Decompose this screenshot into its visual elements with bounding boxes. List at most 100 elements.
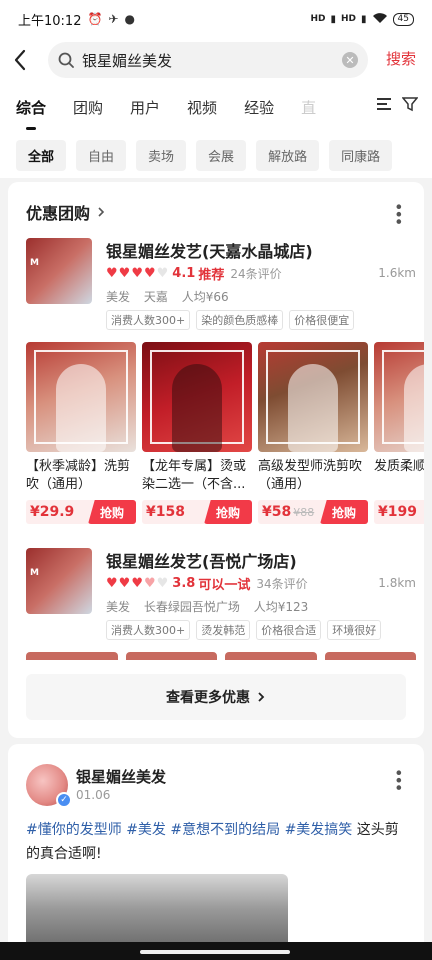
deal-image xyxy=(26,342,136,452)
more-vertical-icon[interactable]: ••• xyxy=(389,202,408,224)
area-filter-chips: 全部 自由 卖场 会展 解放路 同康路 xyxy=(0,132,432,178)
chip-all[interactable]: 全部 xyxy=(16,139,67,171)
shop-distance: 1.6km xyxy=(378,266,416,280)
shop-tags: 消费人数300+ 染的颜色质感棒 价格很便宜 xyxy=(106,310,355,330)
filter-icon[interactable] xyxy=(401,96,419,116)
deal-price-bar: ¥29.9 抢购 xyxy=(26,500,136,524)
tab-all[interactable]: 综合 xyxy=(16,97,46,118)
chip-expo[interactable]: 会展 xyxy=(196,139,247,171)
hashtag-link[interactable]: #美发搞笑 xyxy=(285,822,353,838)
rating-score: 4.1 xyxy=(172,266,196,281)
deal-title: 发质柔顺拉直（不 xyxy=(374,459,424,474)
search-icon xyxy=(58,52,74,68)
rating-heart-icon: ♥ xyxy=(143,576,156,591)
rating-heart-icon: ♥ xyxy=(118,576,131,591)
shop-meta: 美发 长春绿园吾悦广场 人均¥123 xyxy=(106,598,318,615)
shop-tag: 染的颜色质感棒 xyxy=(196,310,284,330)
shop-thumbnail: M xyxy=(26,238,92,304)
rating-heart-icon: ♥ xyxy=(131,576,143,591)
hashtag-link[interactable]: #懂你的发型师 xyxy=(26,822,122,838)
verified-badge-icon: ✓ xyxy=(56,792,72,808)
more-vertical-icon[interactable]: ••• xyxy=(389,768,408,790)
shop-tag: 消费人数300+ xyxy=(106,620,191,640)
chevron-right-icon xyxy=(258,692,265,702)
back-arrow-icon xyxy=(14,49,26,71)
shop-thumbnail: M xyxy=(26,548,92,614)
rating-heart-icon: ♥ xyxy=(156,576,169,591)
rating-heart-icon: ♥ xyxy=(118,266,131,281)
shop-category: 美发 xyxy=(106,600,131,614)
deal-price: ¥158 xyxy=(146,504,185,520)
chip-mall[interactable]: 卖场 xyxy=(136,139,187,171)
shop-rating: ♥ ♥ ♥ ♥ ♥ 4.1 推荐 24条评价 xyxy=(106,264,282,283)
deal-item[interactable]: 发质柔顺拉直（不 ¥199 xyxy=(374,342,424,524)
deal-item[interactable]: 【龙年专属】烫或染二选一（不含... ¥158 抢购 xyxy=(142,342,252,524)
post-author[interactable]: 银星媚丝美发 xyxy=(76,766,166,787)
deal-item[interactable]: 高级发型师洗剪吹（通用） ¥58 ¥88 抢购 xyxy=(258,342,368,524)
view-more-label: 查看更多优惠 xyxy=(166,690,250,706)
signal-icon: HD xyxy=(310,14,326,24)
wifi-icon xyxy=(372,12,388,27)
layout-toggle-icon[interactable] xyxy=(376,96,392,116)
search-input[interactable]: 银星媚丝美发 ✕ xyxy=(48,42,368,78)
signal-icon-2: HD xyxy=(341,14,357,24)
deal-price: ¥58 xyxy=(262,504,292,520)
chip-jiefang-road[interactable]: 解放路 xyxy=(256,139,320,171)
grab-button[interactable]: 抢购 xyxy=(204,500,252,524)
chip-ziyou[interactable]: 自由 xyxy=(76,139,127,171)
shop-avg-price: 人均¥66 xyxy=(181,290,229,304)
alarm-icon: ⏰ xyxy=(87,12,103,26)
deals-preview-strip xyxy=(26,652,416,660)
shop-entry[interactable]: M 银星媚丝发艺(吾悦广场店) ♥ ♥ ♥ ♥ ♥ 3.8 可以一试 34条评价… xyxy=(26,548,416,640)
deal-item[interactable]: 【秋季减龄】洗剪吹（通用） ¥29.9 抢购 xyxy=(26,342,136,524)
hashtag-link[interactable]: #意想不到的结局 xyxy=(170,822,280,838)
shop-tag: 价格很合适 xyxy=(256,620,322,640)
shop-avg-price: 人均¥123 xyxy=(253,600,309,614)
shop-tags: 消费人数300+ 烫发韩范 价格很合适 环境很好 xyxy=(106,620,382,640)
shop-name: 银星媚丝发艺(天嘉水晶城店) xyxy=(106,242,313,261)
deal-price: ¥199 xyxy=(378,504,417,520)
deals-title[interactable]: 优惠团购 xyxy=(26,200,106,224)
post-card[interactable]: ✓ 银星媚丝美发 01.06 ••• #懂你的发型师 #美发 #意想不到的结局 … xyxy=(8,744,424,960)
rating-score: 3.8 xyxy=(172,576,196,591)
deal-price-bar: ¥58 ¥88 抢购 xyxy=(258,500,368,524)
grab-button[interactable]: 抢购 xyxy=(88,500,136,524)
deal-title: 【龙年专属】烫或染二选一（不含... xyxy=(142,459,247,492)
shop-category: 美发 xyxy=(106,290,131,304)
tab-videos[interactable]: 视频 xyxy=(187,97,217,118)
deals-card: 优惠团购 ••• M 银星媚丝发艺(天嘉水晶城店) ♥ ♥ ♥ ♥ ♥ 4.1 … xyxy=(8,182,424,738)
deal-image xyxy=(258,342,368,452)
hashtag-link[interactable]: #美发 xyxy=(126,822,166,838)
grab-button[interactable]: 抢购 xyxy=(320,500,368,524)
deal-price-bar: ¥158 抢购 xyxy=(142,500,252,524)
tab-group-buy[interactable]: 团购 xyxy=(73,97,103,118)
chip-tongkang-road[interactable]: 同康路 xyxy=(329,139,393,171)
notification-icon: ✈ xyxy=(108,12,119,26)
shop-entry[interactable]: M 银星媚丝发艺(天嘉水晶城店) ♥ ♥ ♥ ♥ ♥ 4.1 推荐 24条评价 … xyxy=(26,238,416,330)
shop-rating: ♥ ♥ ♥ ♥ ♥ 3.8 可以一试 34条评价 xyxy=(106,574,308,593)
signal-bars-icon: ▮ xyxy=(330,13,337,25)
search-button[interactable]: 搜索 xyxy=(386,48,416,69)
view-more-deals-button[interactable]: 查看更多优惠 xyxy=(26,674,406,720)
status-bar: 上午10:12 ⏰ ✈ ● HD ▮ HD ▮ 45 xyxy=(0,0,432,38)
shop-name: 银星媚丝发艺(吾悦广场店) xyxy=(106,552,297,571)
deal-title: 【秋季减龄】洗剪吹（通用） xyxy=(26,459,131,492)
tab-experience[interactable]: 经验 xyxy=(244,97,274,118)
post-date: 01.06 xyxy=(76,788,111,802)
shop-meta: 美发 天嘉 人均¥66 xyxy=(106,288,239,305)
search-query: 银星媚丝美发 xyxy=(82,51,173,70)
home-indicator[interactable] xyxy=(140,950,290,954)
clear-icon[interactable]: ✕ xyxy=(342,52,358,68)
back-button[interactable] xyxy=(0,38,40,82)
deal-image xyxy=(374,342,424,452)
rating-tag: 可以一试 xyxy=(198,578,251,593)
tab-live[interactable]: 直 xyxy=(301,97,316,118)
deal-image xyxy=(142,342,252,452)
deals-title-text: 优惠团购 xyxy=(26,204,91,223)
tab-users[interactable]: 用户 xyxy=(130,97,160,118)
review-count: 34条评价 xyxy=(256,577,308,591)
deal-old-price: ¥88 xyxy=(293,505,315,519)
rating-heart-icon: ♥ xyxy=(106,266,118,281)
deal-price: ¥29.9 xyxy=(30,504,75,520)
post-text: #懂你的发型师 #美发 #意想不到的结局 #美发搞笑 这头剪的真合适啊! xyxy=(26,818,410,866)
